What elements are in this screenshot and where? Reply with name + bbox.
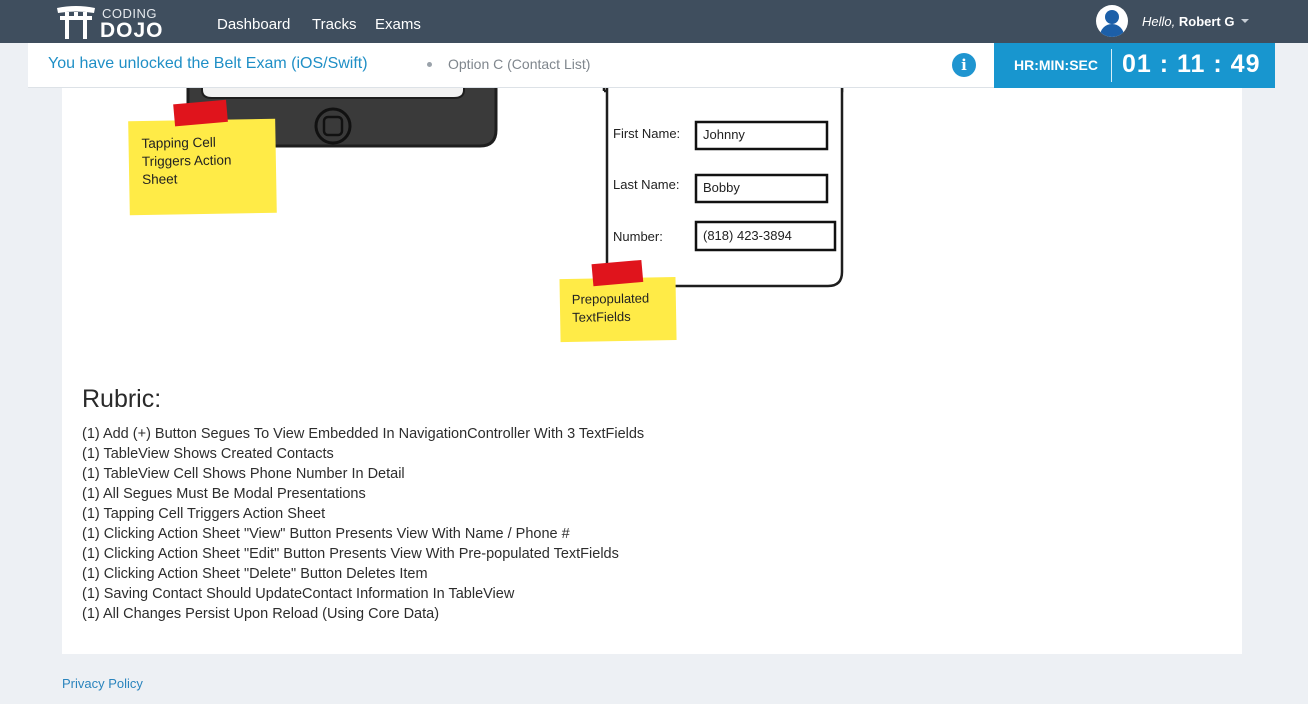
user-name: Robert G bbox=[1178, 13, 1235, 29]
field-value-number: (818) 423-3894 bbox=[703, 228, 792, 243]
rubric-item: (1) Tapping Cell Triggers Action Sheet bbox=[82, 506, 326, 522]
field-label-first: First Name: bbox=[613, 126, 680, 141]
contact-form-mockup: First Name: Johnny Last Name: Bobby Numb… bbox=[602, 88, 844, 288]
user-menu[interactable]: Hello, Robert G bbox=[1096, 5, 1249, 37]
coding-dojo-logo[interactable]: CODING DOJO bbox=[56, 3, 168, 42]
rubric-item: (1) TableView Cell Shows Phone Number In… bbox=[82, 466, 405, 482]
note-left-line-2: Triggers Action bbox=[142, 152, 232, 169]
user-greeting: Hello, Robert G bbox=[1142, 14, 1235, 29]
rubric-list: (1) Add (+) Button Segues To View Embedd… bbox=[82, 424, 644, 624]
rubric-title: Rubric: bbox=[82, 385, 162, 413]
note-left-line-3: Sheet bbox=[142, 171, 178, 187]
rubric-item: (1) TableView Shows Created Contacts bbox=[82, 446, 334, 462]
timer-value: 01 : 11 : 49 bbox=[1122, 50, 1261, 78]
unlocked-exam-title: You have unlocked the Belt Exam (iOS/Swi… bbox=[48, 55, 368, 72]
nav-exams[interactable]: Exams bbox=[375, 16, 421, 33]
timer-label: HR:MIN:SEC bbox=[1014, 57, 1098, 73]
field-value-first: Johnny bbox=[703, 127, 745, 142]
rubric-item: (1) All Segues Must Be Modal Presentatio… bbox=[82, 486, 366, 502]
rubric-item: (1) Clicking Action Sheet "Edit" Button … bbox=[82, 546, 619, 562]
wireframe-mockup: Tapping Cell Triggers Action Sheet First… bbox=[128, 88, 844, 343]
note-left-line-1: Tapping Cell bbox=[141, 135, 216, 151]
field-label-number: Number: bbox=[613, 229, 663, 244]
nav-tracks[interactable]: Tracks bbox=[312, 16, 356, 33]
torii-gate-icon bbox=[57, 6, 95, 39]
logo-text-bottom: DOJO bbox=[100, 19, 164, 42]
exam-content-card: Tapping Cell Triggers Action Sheet First… bbox=[62, 88, 1242, 654]
rubric-item: (1) Saving Contact Should UpdateContact … bbox=[82, 586, 515, 602]
exam-option: Option C (Contact List) bbox=[448, 56, 591, 72]
timer-divider bbox=[1111, 49, 1112, 82]
rubric-item: (1) Clicking Action Sheet "Delete" Butto… bbox=[82, 566, 428, 582]
avatar-icon bbox=[1096, 5, 1128, 37]
field-label-last: Last Name: bbox=[613, 177, 679, 192]
field-value-last: Bobby bbox=[703, 180, 740, 195]
rubric-item: (1) All Changes Persist Upon Reload (Usi… bbox=[82, 606, 440, 622]
nav-dashboard[interactable]: Dashboard bbox=[217, 16, 290, 33]
rubric-item: (1) Add (+) Button Segues To View Embedd… bbox=[82, 426, 645, 442]
greeting-text: Hello, bbox=[1142, 13, 1176, 29]
separator-dot bbox=[427, 62, 432, 67]
top-navbar: CODING DOJO Dashboard Tracks Exams Hello… bbox=[0, 0, 1308, 43]
chevron-down-icon bbox=[1240, 19, 1249, 23]
note-right-line-2: TextFields bbox=[572, 309, 631, 325]
rubric-item: (1) Clicking Action Sheet "View" Button … bbox=[82, 526, 570, 542]
note-right-line-1: Prepopulated bbox=[572, 291, 650, 307]
exam-timer: HR:MIN:SEC 01 : 11 : 49 bbox=[994, 43, 1275, 88]
privacy-policy-link[interactable]: Privacy Policy bbox=[62, 676, 143, 691]
info-icon[interactable]: i bbox=[952, 53, 976, 77]
exam-status-bar: You have unlocked the Belt Exam (iOS/Swi… bbox=[28, 43, 1275, 88]
